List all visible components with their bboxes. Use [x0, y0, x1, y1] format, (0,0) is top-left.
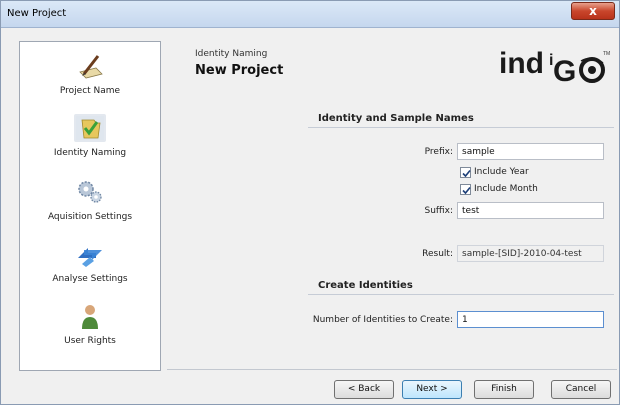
nav-item-label: Analyse Settings: [52, 274, 128, 284]
include-year-label: Include Year: [474, 167, 529, 177]
cancel-button[interactable]: Cancel: [551, 380, 611, 399]
back-button[interactable]: < Back: [334, 380, 394, 399]
folder-check-icon: [74, 114, 106, 142]
suffix-input[interactable]: [457, 202, 604, 219]
nav-item-label: User Rights: [64, 336, 116, 346]
nav-item-label: Aquisition Settings: [47, 212, 133, 222]
title-bar: New Project x: [1, 1, 619, 28]
nav-item-aquisition-settings[interactable]: Aquisition Settings: [20, 172, 160, 234]
step-subtitle: Identity Naming: [195, 49, 268, 59]
section-divider: [308, 127, 614, 128]
nav-item-identity-naming[interactable]: Identity Naming: [20, 108, 160, 170]
finish-button[interactable]: Finish: [474, 380, 534, 399]
include-month-label: Include Month: [474, 184, 538, 194]
svg-text:TM: TM: [603, 51, 610, 57]
footer-divider: [167, 369, 617, 370]
gears-icon: [78, 181, 102, 203]
svg-text:ind: ind: [499, 47, 544, 80]
checkbox-box[interactable]: [460, 184, 471, 195]
suffix-label: Suffix:: [424, 206, 453, 216]
wizard-step-panel: Project Name Identity Naming Aquisition …: [19, 41, 161, 371]
nav-item-label: Identity Naming: [53, 148, 127, 158]
nav-item-label: Project Name: [59, 86, 121, 96]
page-title: New Project: [195, 63, 284, 78]
nav-item-project-name[interactable]: Project Name: [20, 46, 160, 108]
arrows-icon: [78, 248, 102, 267]
next-button[interactable]: Next >: [402, 380, 462, 399]
identity-count-label: Number of Identities to Create:: [312, 315, 453, 325]
user-icon: [82, 305, 98, 329]
new-project-window: New Project x Project Name Identity Nami…: [0, 0, 620, 405]
section-divider: [308, 294, 614, 295]
identity-count-input[interactable]: [457, 311, 604, 328]
result-label: Result:: [422, 249, 453, 259]
window-title: New Project: [7, 8, 67, 19]
identity-section-title: Identity and Sample Names: [318, 113, 474, 124]
create-section-title: Create Identities: [318, 280, 413, 291]
check-icon: [462, 169, 471, 178]
nav-item-user-rights[interactable]: User Rights: [20, 296, 160, 358]
prefix-label: Prefix:: [424, 147, 453, 157]
check-icon: [462, 186, 471, 195]
svg-text:G: G: [553, 55, 576, 87]
prefix-input[interactable]: [457, 143, 604, 160]
nav-item-analyse-settings[interactable]: Analyse Settings: [20, 234, 160, 296]
close-button[interactable]: x: [571, 2, 615, 20]
pen-and-paper-icon: [79, 55, 103, 79]
indigo-logo: ind i G TM: [499, 47, 610, 87]
result-value: sample-[SID]-2010-04-test: [457, 245, 604, 262]
wizard-client-area: Project Name Identity Naming Aquisition …: [5, 29, 617, 401]
checkbox-box[interactable]: [460, 167, 471, 178]
